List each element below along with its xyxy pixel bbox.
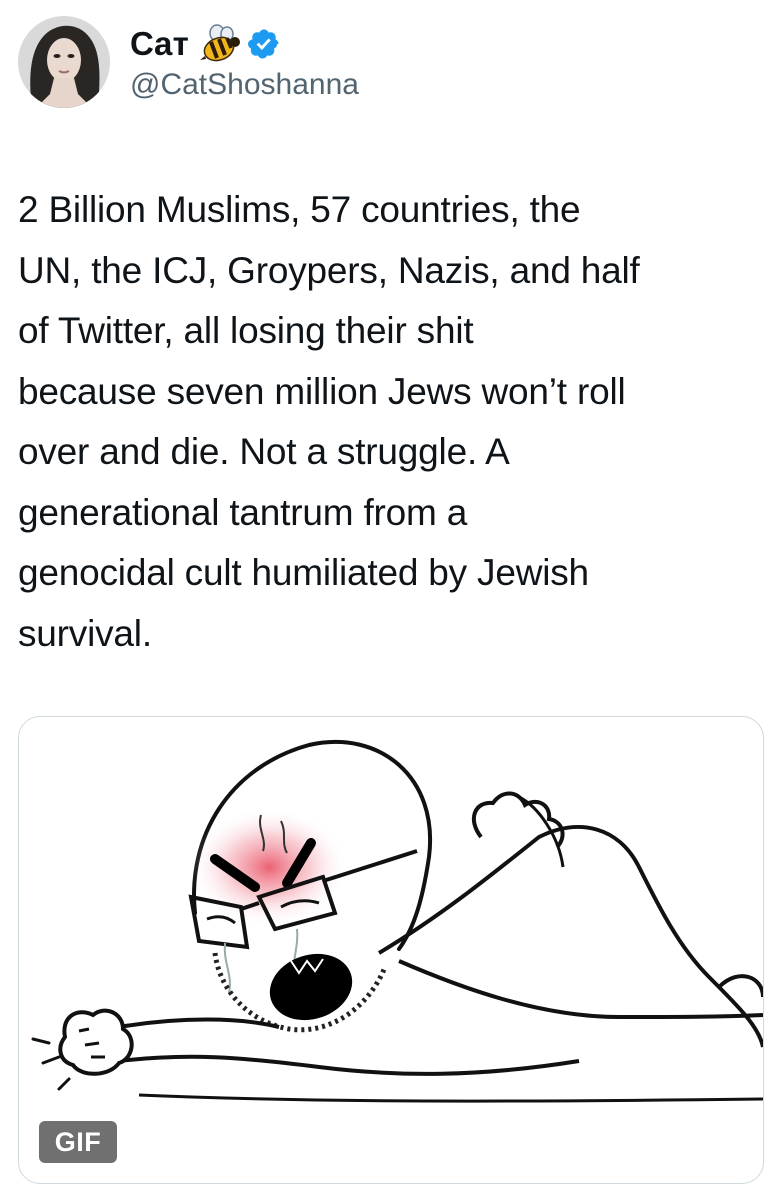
verified-badge-icon[interactable] [247, 27, 281, 61]
avatar[interactable] [18, 16, 110, 108]
angry-wojak-cartoon-icon [31, 739, 763, 1103]
tweet[interactable]: Cат @CatShoshanna 2 Billion Muslims, 57 … [0, 0, 780, 1200]
user-names: Cат @CatShoshanna [130, 22, 359, 102]
tweet-text: 2 Billion Muslims, 57 countries, the UN,… [18, 189, 640, 654]
avatar-photo-icon [18, 16, 110, 108]
name-row: Cат [130, 22, 359, 66]
gif-media[interactable]: GIF [18, 716, 764, 1184]
gif-badge: GIF [39, 1121, 117, 1163]
user-handle[interactable]: @CatShoshanna [130, 68, 359, 102]
tweet-header: Cат @CatShoshanna [18, 14, 359, 110]
bee-icon [197, 24, 241, 64]
display-name[interactable]: Cат [130, 25, 189, 63]
